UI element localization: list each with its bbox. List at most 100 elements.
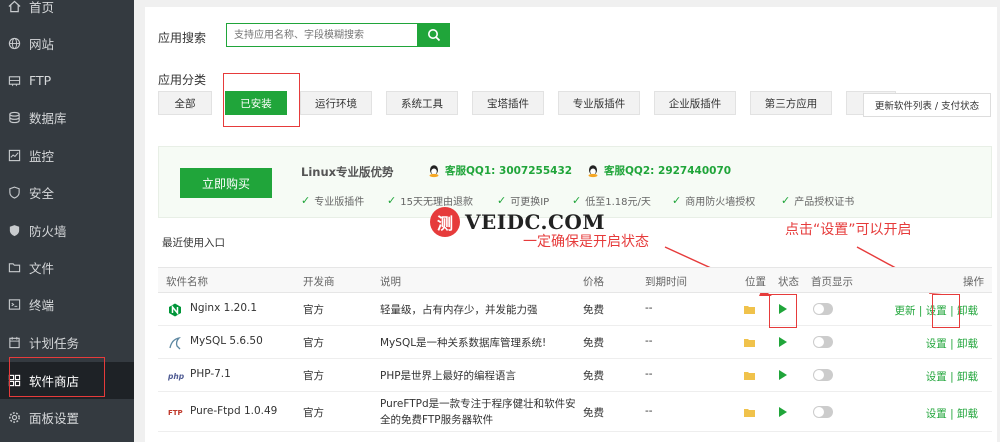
feature-item: ✓ 商用防火墙授权	[672, 194, 756, 208]
qq-icon	[588, 164, 598, 177]
software-desc: MySQL是一种关系数据库管理系统!	[380, 337, 547, 349]
row-actions: 设置 | 卸载	[925, 338, 978, 350]
homepage-toggle[interactable]	[813, 336, 833, 348]
settings-link[interactable]: 设置	[926, 305, 947, 317]
software-expire: --	[645, 368, 653, 380]
homepage-toggle[interactable]	[813, 369, 833, 381]
software-vendor: 官方	[303, 337, 324, 349]
row-actions: 更新 | 设置 | 卸载	[894, 305, 978, 317]
software-expire: --	[645, 335, 653, 347]
buy-now-button[interactable]: 立即购买	[180, 168, 272, 198]
sidebar-item-cron[interactable]: 计划任务	[0, 324, 134, 361]
sidebar-item-security[interactable]: 安全	[0, 174, 134, 211]
search-input[interactable]	[232, 24, 416, 46]
update-link[interactable]: 更新	[895, 305, 916, 317]
sidebar-item-app-store[interactable]: 软件商店	[0, 362, 134, 399]
column-header: 说明	[380, 276, 401, 288]
tab-enterprise-plugins[interactable]: 企业版插件	[654, 91, 736, 115]
svg-text:php: php	[167, 372, 184, 381]
table-row: FTP Pure-Ftpd 1.0.49 官方 PureFTPd是一款专注于程序…	[158, 392, 992, 432]
annotation-right: 点击“设置”可以开启	[785, 222, 912, 238]
uninstall-link[interactable]: 卸载	[957, 408, 978, 420]
qq2-link[interactable]: 客服QQ2: 2927440070	[586, 163, 731, 178]
tab-pro-plugins[interactable]: 专业版插件	[558, 91, 640, 115]
check-icon: ✓	[781, 194, 791, 207]
column-header: 价格	[583, 276, 604, 288]
category-label: 应用分类	[158, 73, 207, 87]
annotation-left: 一定确保是开启状态	[523, 234, 649, 250]
status-play-icon[interactable]	[779, 370, 787, 380]
sidebar-item-label: 安全	[29, 186, 55, 201]
database-icon	[7, 111, 21, 125]
sidebar-item-label: 监控	[29, 149, 55, 164]
status-play-icon[interactable]	[779, 337, 787, 347]
status-play-icon[interactable]	[779, 304, 787, 314]
software-price: 免费	[583, 407, 604, 419]
settings-link[interactable]: 设置	[926, 338, 947, 350]
sidebar-item-firewall[interactable]: 防火墙	[0, 212, 134, 249]
homepage-toggle[interactable]	[813, 406, 833, 418]
column-header: 操作	[963, 276, 984, 288]
nginx-icon	[169, 303, 181, 317]
sidebar-item-label: 计划任务	[29, 336, 80, 351]
sidebar-item-ftp[interactable]: FTP	[0, 62, 134, 99]
sidebar-item-home[interactable]: 首页	[0, 0, 134, 25]
software-desc: PHP是世界上最好的编程语言	[380, 370, 517, 382]
software-vendor: 官方	[303, 407, 324, 419]
uninstall-link[interactable]: 卸载	[957, 338, 978, 350]
sidebar-item-label: 终端	[29, 298, 55, 313]
search-button[interactable]	[418, 23, 450, 47]
sidebar-item-website[interactable]: 网站	[0, 25, 134, 62]
ftp-icon	[7, 74, 21, 88]
search-icon	[428, 29, 441, 42]
column-header: 到期时间	[645, 276, 687, 288]
column-header: 位置	[745, 276, 766, 288]
sidebar-item-label: 面板设置	[29, 411, 80, 426]
software-price: 免费	[583, 370, 604, 382]
sidebar-item-files[interactable]: 文件	[0, 249, 134, 286]
ftpd-icon: FTP	[168, 409, 183, 417]
open-folder-icon[interactable]	[744, 371, 756, 380]
watermark-logo: 测	[430, 207, 460, 237]
sidebar: 首页 网站 FTP 数据库 监控 安全 防火墙 文件 终端 计划任务 软件商店	[0, 0, 134, 442]
sidebar-item-monitor[interactable]: 监控	[0, 137, 134, 174]
tab-third-party[interactable]: 第三方应用	[750, 91, 832, 115]
sidebar-item-label: 防火墙	[29, 224, 67, 239]
open-folder-icon[interactable]	[744, 305, 756, 314]
tab-installed[interactable]: 已安装	[225, 91, 287, 115]
svg-text:FTP: FTP	[168, 409, 183, 417]
homepage-toggle[interactable]	[813, 303, 833, 315]
qq1-link[interactable]: 客服QQ1: 3007255432	[427, 163, 572, 178]
toggle-knob	[814, 370, 824, 380]
search-box	[226, 23, 418, 47]
php-icon: php	[167, 372, 184, 381]
uninstall-link[interactable]: 卸载	[957, 371, 978, 383]
main-panel: 应用搜索 应用分类 全部 已安装 运行环境 系统工具 宝塔插件 专业版插件 企业…	[145, 7, 997, 442]
settings-link[interactable]: 设置	[926, 408, 947, 420]
status-play-icon[interactable]	[779, 407, 787, 417]
settings-link[interactable]: 设置	[926, 371, 947, 383]
tab-all[interactable]: 全部	[158, 91, 212, 115]
tab-bt-plugins[interactable]: 宝塔插件	[472, 91, 544, 115]
sidebar-item-label: 网站	[29, 37, 55, 52]
software-name: MySQL 5.6.50	[190, 335, 263, 347]
sidebar-item-database[interactable]: 数据库	[0, 99, 134, 136]
sidebar-item-terminal[interactable]: 终端	[0, 286, 134, 323]
pro-title: Linux专业版优势	[301, 165, 394, 179]
tab-system-tools[interactable]: 系统工具	[386, 91, 458, 115]
feature-item: ✓ 15天无理由退款	[387, 194, 473, 208]
sidebar-item-panel-settings[interactable]: 面板设置	[0, 399, 134, 436]
software-price: 免费	[583, 337, 604, 349]
open-folder-icon[interactable]	[744, 408, 756, 417]
qq-icon	[429, 164, 439, 177]
row-actions: 设置 | 卸载	[925, 408, 978, 420]
software-vendor: 官方	[303, 304, 324, 316]
open-folder-icon[interactable]	[744, 338, 756, 347]
tab-runtime[interactable]: 运行环境	[300, 91, 372, 115]
uninstall-link[interactable]: 卸载	[957, 305, 978, 317]
feature-item: ✓ 产品授权证书	[781, 194, 855, 208]
update-software-list-button[interactable]: 更新软件列表 / 支付状态	[863, 93, 991, 117]
firewall-icon	[7, 224, 21, 238]
check-icon: ✓	[672, 194, 682, 207]
software-desc-line2: 全的免费FTP服务器软件	[380, 414, 494, 426]
